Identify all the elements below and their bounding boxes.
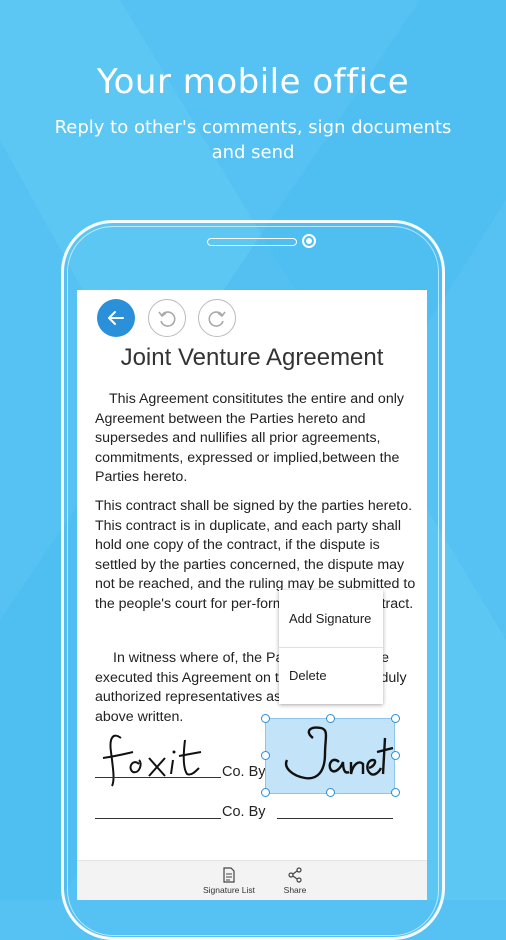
signature-line-3 (277, 818, 393, 819)
signature-list-label: Signature List (203, 885, 255, 895)
phone-screen: Joint Venture Agreement This Agreement c… (77, 290, 427, 900)
undo-icon (158, 311, 176, 327)
co-by-label-2: Co. By (222, 804, 266, 820)
hero-title: Your mobile office (96, 62, 410, 102)
undo-button[interactable] (148, 299, 186, 337)
signature-foxit (102, 734, 202, 787)
phone-camera (302, 234, 316, 248)
signature-janet (284, 726, 394, 780)
delete-menu-item[interactable]: Delete (289, 668, 327, 683)
bottom-toolbar: Signature List Share (77, 860, 427, 900)
resize-handle-bm[interactable] (326, 788, 335, 797)
signature-list-icon (223, 867, 235, 883)
resize-handle-tl[interactable] (261, 714, 270, 723)
context-menu: Add Signature Delete (279, 590, 383, 704)
back-button[interactable] (97, 299, 135, 337)
share-icon (288, 867, 302, 883)
resize-handle-mr[interactable] (391, 751, 400, 760)
signature-line-2 (95, 818, 221, 819)
share-label: Share (283, 885, 307, 895)
document-title: Joint Venture Agreement (120, 344, 384, 371)
redo-button[interactable] (198, 299, 236, 337)
resize-handle-bl[interactable] (261, 788, 270, 797)
resize-handle-br[interactable] (391, 788, 400, 797)
resize-handle-ml[interactable] (261, 751, 270, 760)
resize-handle-tm[interactable] (326, 714, 335, 723)
menu-divider (279, 647, 383, 648)
share-button[interactable]: Share (277, 867, 313, 895)
resize-handle-tr[interactable] (391, 714, 400, 723)
co-by-label-1: Co. By (222, 764, 266, 780)
arrow-left-icon (108, 311, 124, 325)
signature-list-button[interactable]: Signature List (201, 867, 257, 895)
hero-subtitle: Reply to other's comments, sign document… (54, 117, 452, 163)
phone-speaker (207, 238, 297, 246)
signature-line-1 (95, 777, 221, 778)
paragraph-1: This Agreement consititutes the entire a… (95, 391, 404, 486)
add-signature-menu-item[interactable]: Add Signature (289, 611, 371, 626)
redo-icon (208, 311, 226, 327)
